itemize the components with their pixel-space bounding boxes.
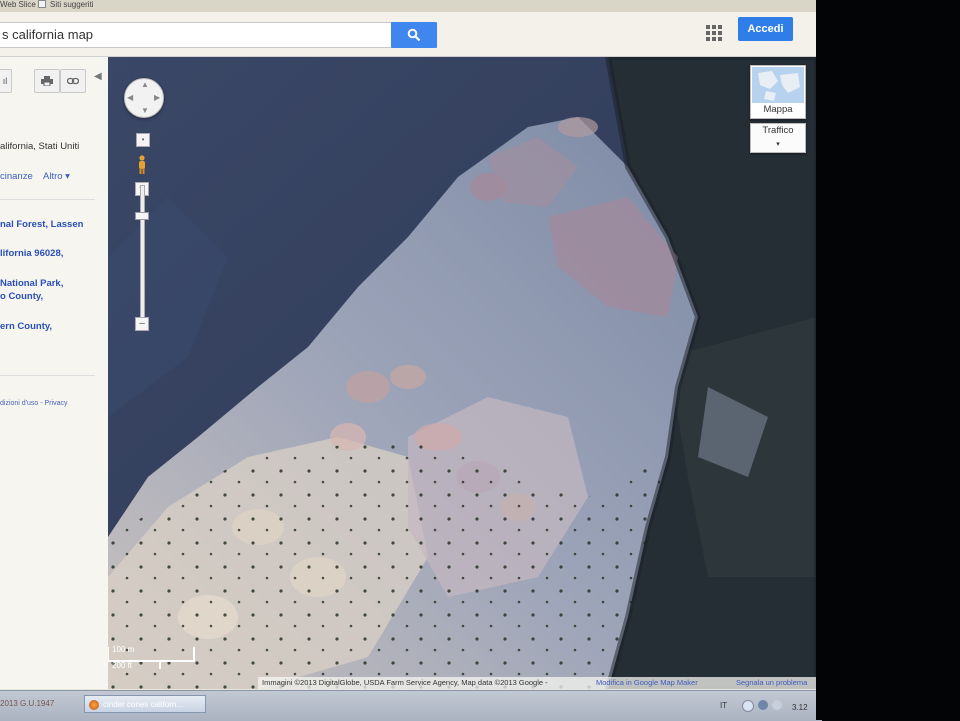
traffic-label: Traffico <box>762 125 794 136</box>
divider <box>0 375 95 376</box>
zoom-slider-handle[interactable] <box>135 212 149 220</box>
report-problem-link[interactable]: Segnala un problema <box>736 677 807 689</box>
zoom-slider[interactable] <box>140 185 145 327</box>
partial-toolbar-button[interactable]: ıl <box>0 69 12 93</box>
chevron-down-icon: ▾ <box>776 141 780 148</box>
result-link-1[interactable]: nal Forest, Lassen <box>0 219 83 230</box>
map-type-label: Mappa <box>763 104 793 115</box>
taskbar-window-label: cinder cones californ... <box>103 700 184 709</box>
map-attribution: Immagini ©2013 DigitalGlobe, USDA Farm S… <box>258 677 817 689</box>
left-panel: ıl ◀ alifornia, Stati Uniti cinanze Altr… <box>0 57 109 689</box>
bookmark-web-slice[interactable]: Web Slice <box>0 0 36 10</box>
link-button[interactable] <box>60 69 86 93</box>
street-view-pegman-icon[interactable] <box>137 155 147 175</box>
result-link-3[interactable]: National Park, <box>0 278 63 289</box>
result-link-3-line2[interactable]: o County, <box>0 291 43 302</box>
taskbar-date-text: 2013 G.U.1947 <box>0 699 55 708</box>
edit-in-map-maker-link[interactable]: Modifica in Google Map Maker <box>596 677 698 689</box>
volume-icon[interactable] <box>758 700 768 710</box>
firefox-icon <box>89 700 99 710</box>
sign-in-button[interactable]: Accedi <box>738 17 793 41</box>
map-thumbnail-icon <box>752 67 804 103</box>
more-link[interactable]: Altro ▾ <box>43 171 70 182</box>
zoom-out-button[interactable]: – <box>135 317 149 331</box>
monitor-screen: Web Slice Siti suggeriti s california ma… <box>0 0 822 721</box>
network-icon[interactable] <box>742 700 754 712</box>
traffic-layer-button[interactable]: Traffico ▾ <box>750 123 806 153</box>
scale-feet: 200 ft <box>112 661 133 670</box>
language-indicator[interactable]: IT <box>720 701 727 710</box>
bookmark-checkbox-icon <box>38 0 46 8</box>
divider <box>0 199 95 200</box>
satellite-imagery <box>108 57 817 689</box>
result-link-2[interactable]: lifornia 96028, <box>0 248 63 259</box>
search-button[interactable] <box>391 22 437 48</box>
link-icon <box>67 77 79 85</box>
taskbar-window-firefox[interactable]: cinder cones californ... <box>84 695 206 713</box>
attribution-text: Immagini ©2013 DigitalGlobe, USDA Farm S… <box>262 678 548 687</box>
satellite-map[interactable]: ▲ ▼ ◀ ▶ • + – <box>108 57 817 689</box>
google-header: s california map Accedi <box>0 12 816 57</box>
pan-control[interactable]: ▲ ▼ ◀ ▶ <box>124 78 164 118</box>
search-input[interactable]: s california map <box>0 22 392 48</box>
apps-grid-icon[interactable] <box>706 25 722 41</box>
map-type-button[interactable]: Mappa <box>750 65 806 119</box>
collapse-panel-icon[interactable]: ◀ <box>94 71 102 82</box>
print-icon <box>41 76 53 86</box>
terms-privacy-links[interactable]: dizioni d'uso - Privacy <box>0 400 67 407</box>
monitor-bezel <box>816 0 960 720</box>
location-text: alifornia, Stati Uniti <box>0 141 80 152</box>
search-icon <box>407 28 421 42</box>
bookmark-suggested-sites[interactable]: Siti suggeriti <box>50 0 94 10</box>
result-link-4[interactable]: ern County, <box>0 321 52 332</box>
print-button[interactable] <box>34 69 60 93</box>
taskbar: 2013 G.U.1947 cinder cones californ... I… <box>0 690 822 721</box>
nearby-link[interactable]: cinanze <box>0 171 33 182</box>
scale-meters: 100 m <box>112 645 135 654</box>
bookmarks-bar: Web Slice Siti suggeriti <box>0 0 816 12</box>
map-scale: 100 m 200 ft <box>108 643 196 671</box>
reset-view-button[interactable]: • <box>136 133 150 147</box>
notification-icon[interactable] <box>772 700 782 710</box>
clock: 3.12 <box>792 703 808 712</box>
